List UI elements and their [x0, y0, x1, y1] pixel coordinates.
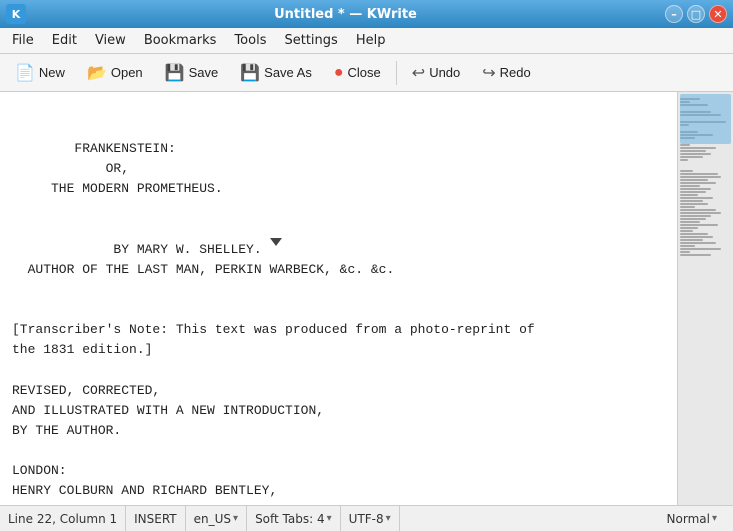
- minimize-button[interactable]: –: [665, 5, 683, 23]
- save-icon: 💾: [165, 63, 185, 83]
- close-file-button[interactable]: ● Close: [325, 59, 390, 87]
- editor[interactable]: FRANKENSTEIN: OR, THE MODERN PROMETHEUS.…: [0, 92, 677, 505]
- saveas-button[interactable]: 💾 Save As: [231, 58, 321, 88]
- status-tabs-text: Soft Tabs: 4: [255, 512, 325, 526]
- menubar: File Edit View Bookmarks Tools Settings …: [0, 28, 733, 54]
- new-button[interactable]: 📄 New: [6, 58, 74, 88]
- statusbar: Line 22, Column 1 INSERT en_US ▾ Soft Ta…: [0, 505, 733, 531]
- status-locale-dropdown[interactable]: en_US ▾: [186, 506, 247, 531]
- maximize-button[interactable]: □: [687, 5, 705, 23]
- status-encoding-dropdown[interactable]: UTF-8 ▾: [341, 506, 400, 531]
- open-button[interactable]: 📂 Open: [78, 58, 152, 88]
- status-locale-text: en_US: [194, 512, 231, 526]
- menu-settings[interactable]: Settings: [276, 30, 345, 51]
- minimap-content: [678, 92, 733, 505]
- save-button[interactable]: 💾 Save: [156, 58, 228, 88]
- minimap[interactable]: [677, 92, 733, 505]
- main-area: FRANKENSTEIN: OR, THE MODERN PROMETHEUS.…: [0, 92, 733, 505]
- new-icon: 📄: [15, 63, 35, 83]
- tabs-chevron-icon: ▾: [327, 513, 332, 524]
- editor-content[interactable]: FRANKENSTEIN: OR, THE MODERN PROMETHEUS.…: [0, 92, 677, 505]
- menu-bookmarks[interactable]: Bookmarks: [136, 30, 225, 51]
- saveas-label: Save As: [264, 65, 312, 80]
- menu-help[interactable]: Help: [348, 30, 394, 51]
- close-file-label: Close: [348, 65, 381, 80]
- undo-label: Undo: [429, 65, 460, 80]
- redo-button[interactable]: ↪ Redo: [473, 58, 539, 88]
- menu-file[interactable]: File: [4, 30, 42, 51]
- toolbar: 📄 New 📂 Open 💾 Save 💾 Save As ● Close ↩ …: [0, 54, 733, 92]
- status-tabs-dropdown[interactable]: Soft Tabs: 4 ▾: [247, 506, 341, 531]
- menu-edit[interactable]: Edit: [44, 30, 85, 51]
- redo-label: Redo: [500, 65, 531, 80]
- menu-view[interactable]: View: [87, 30, 134, 51]
- status-mode: INSERT: [126, 506, 186, 531]
- status-mode-text: INSERT: [134, 512, 177, 526]
- menu-tools[interactable]: Tools: [226, 30, 274, 51]
- open-label: Open: [111, 65, 143, 80]
- locale-chevron-icon: ▾: [233, 513, 238, 524]
- minimap-thumb[interactable]: [680, 94, 731, 144]
- titlebar: K Untitled * — KWrite – □ ✕: [0, 0, 733, 28]
- editor-text: FRANKENSTEIN: OR, THE MODERN PROMETHEUS.…: [12, 139, 665, 505]
- save-label: Save: [189, 65, 219, 80]
- open-icon: 📂: [87, 63, 107, 83]
- undo-button[interactable]: ↩ Undo: [403, 58, 469, 88]
- status-position-text: Line 22, Column 1: [8, 512, 117, 526]
- status-encoding-text: UTF-8: [349, 512, 384, 526]
- status-position: Line 22, Column 1: [8, 506, 126, 531]
- titlebar-title: Untitled * — KWrite: [26, 7, 665, 22]
- titlebar-icon: K: [6, 4, 26, 24]
- syntax-chevron-icon: ▾: [712, 513, 717, 524]
- status-syntax-text: Normal: [667, 512, 710, 526]
- window-controls: – □ ✕: [665, 5, 727, 23]
- redo-icon: ↪: [482, 63, 495, 83]
- new-label: New: [39, 65, 65, 80]
- undo-icon: ↩: [412, 63, 425, 83]
- saveas-icon: 💾: [240, 63, 260, 83]
- toolbar-separator: [396, 61, 397, 85]
- status-syntax-dropdown[interactable]: Normal ▾: [659, 506, 725, 531]
- close-file-icon: ●: [334, 64, 344, 82]
- close-window-button[interactable]: ✕: [709, 5, 727, 23]
- encoding-chevron-icon: ▾: [386, 513, 391, 524]
